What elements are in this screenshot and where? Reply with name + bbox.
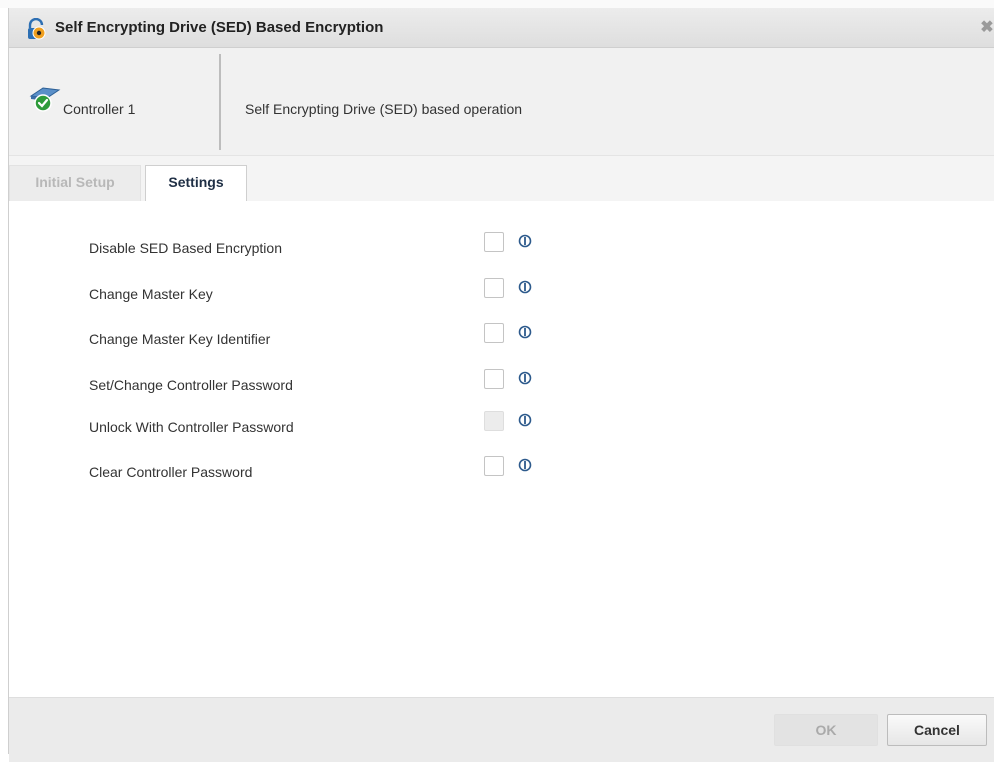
option-label: Unlock With Controller Password (89, 419, 294, 435)
clear-controller-password-checkbox[interactable] (484, 456, 504, 476)
cancel-button[interactable]: Cancel (887, 714, 987, 746)
settings-panel: Disable SED Based Encryption Change Mast… (9, 201, 994, 697)
option-disable-sed: Disable SED Based Encryption (9, 232, 994, 262)
background-window-strip (0, 0, 994, 8)
change-master-key-checkbox[interactable] (484, 278, 504, 298)
controller-header: Controller 1 Self Encrypting Drive (SED)… (9, 48, 994, 156)
change-master-key-identifier-checkbox[interactable] (484, 323, 504, 343)
unlock-with-controller-password-checkbox[interactable] (484, 411, 504, 431)
disable-sed-checkbox[interactable] (484, 232, 504, 252)
dialog-footer: OK Cancel (9, 697, 994, 762)
option-clear-controller-password: Clear Controller Password (9, 456, 994, 486)
controller-name: Controller 1 (63, 101, 136, 117)
option-unlock-with-controller-password: Unlock With Controller Password (9, 411, 994, 441)
dialog-title: Self Encrypting Drive (SED) Based Encryp… (55, 19, 384, 36)
tab-settings[interactable]: Settings (145, 165, 247, 202)
option-set-change-controller-password: Set/Change Controller Password (9, 369, 994, 399)
info-icon[interactable] (518, 371, 532, 385)
info-icon[interactable] (518, 458, 532, 472)
info-icon[interactable] (518, 325, 532, 339)
ok-button[interactable]: OK (774, 714, 878, 746)
info-icon[interactable] (518, 234, 532, 248)
option-change-master-key-identifier: Change Master Key Identifier (9, 323, 994, 353)
close-icon[interactable]: ✖ (979, 20, 994, 36)
header-divider (219, 54, 221, 150)
tab-initial-setup[interactable]: Initial Setup (9, 165, 141, 201)
option-label: Set/Change Controller Password (89, 377, 293, 393)
controller-description: Self Encrypting Drive (SED) based operat… (245, 101, 523, 117)
sed-encryption-dialog: Self Encrypting Drive (SED) Based Encryp… (8, 8, 994, 762)
lock-gear-icon (28, 18, 46, 40)
option-label: Change Master Key Identifier (89, 331, 271, 347)
option-label: Change Master Key (89, 286, 213, 302)
controller-ok-icon (29, 87, 61, 112)
info-icon[interactable] (518, 413, 532, 427)
tab-bar: Initial Setup Settings (9, 156, 994, 202)
option-label: Disable SED Based Encryption (89, 240, 282, 256)
option-change-master-key: Change Master Key (9, 278, 994, 308)
dialog-titlebar[interactable]: Self Encrypting Drive (SED) Based Encryp… (9, 8, 994, 48)
set-change-controller-password-checkbox[interactable] (484, 369, 504, 389)
option-label: Clear Controller Password (89, 464, 253, 480)
info-icon[interactable] (518, 280, 532, 294)
